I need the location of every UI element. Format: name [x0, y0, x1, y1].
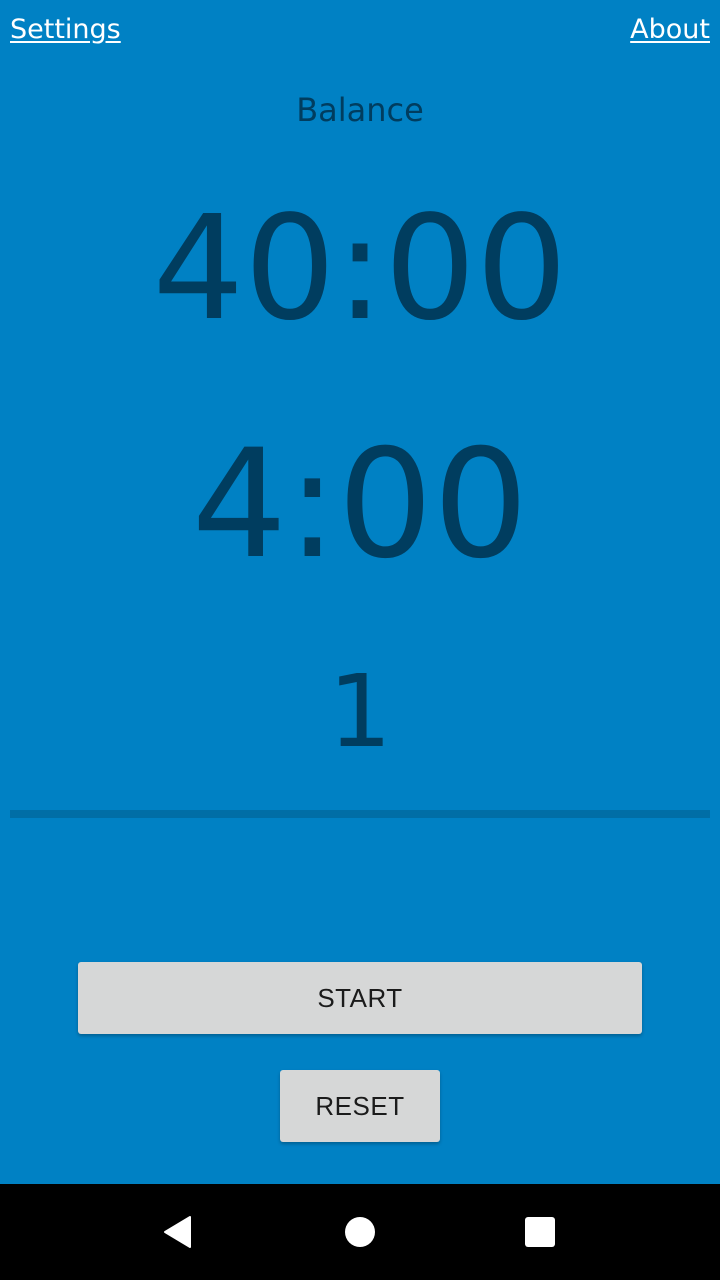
- settings-link[interactable]: Settings: [10, 12, 121, 48]
- start-button[interactable]: START: [78, 962, 642, 1034]
- total-time-display: 40:00: [152, 184, 568, 352]
- period-time-display: 4:00: [191, 418, 529, 592]
- round-counter: 1: [328, 653, 392, 770]
- back-button[interactable]: [130, 1184, 226, 1280]
- home-circle-icon: [345, 1217, 375, 1247]
- recents-square-icon: [525, 1217, 555, 1247]
- reset-button[interactable]: RESET: [280, 1070, 440, 1142]
- recents-button[interactable]: [492, 1184, 588, 1280]
- timer-screen: Settings About Balance 40:00 4:00 1 STAR…: [0, 0, 720, 1184]
- about-link[interactable]: About: [630, 12, 710, 48]
- mode-title: Balance: [296, 91, 424, 129]
- divider: [10, 810, 710, 818]
- back-triangle-icon: [164, 1216, 191, 1248]
- system-navigation-bar: [0, 1184, 720, 1280]
- home-button[interactable]: [312, 1184, 408, 1280]
